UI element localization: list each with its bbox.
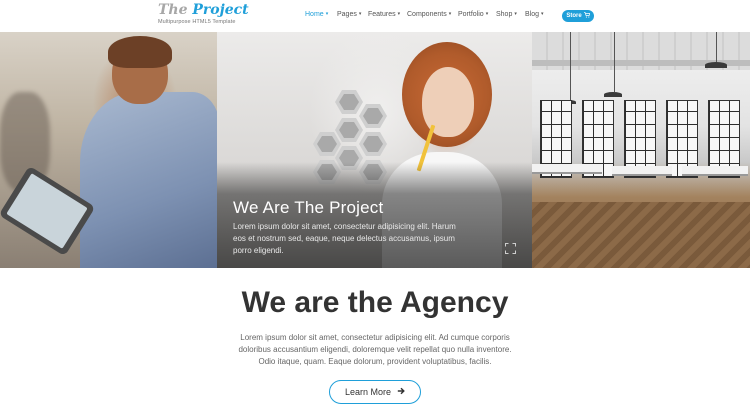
nav-item-label: Shop [496, 11, 513, 18]
nav-item-features[interactable]: Features ▾ [368, 11, 407, 18]
lamp-wire [716, 32, 717, 62]
lamp-wire [570, 32, 571, 100]
lamp-wire [614, 32, 615, 92]
nav-item-label: Home [305, 11, 324, 18]
intro-text: Lorem ipsum dolor sit amet, consectetur … [238, 333, 512, 366]
arrow-right-icon [397, 387, 405, 397]
chevron-down-icon: ▾ [514, 11, 517, 17]
office-desk [532, 164, 602, 174]
store-button[interactable]: Store [562, 10, 594, 22]
page-title: We are the Agency [241, 286, 509, 319]
learn-more-label: Learn More [344, 387, 392, 397]
nav-item-shop[interactable]: Shop ▾ [496, 11, 525, 18]
caption-text: Lorem ipsum dolor sit amet, consectetur … [233, 222, 456, 255]
hexagon-shelf [359, 104, 387, 128]
site-header: The Project Multipurpose HTML5 Template … [0, 0, 750, 32]
chevron-down-icon: ▾ [358, 11, 362, 17]
hero-image-man-tablet[interactable] [0, 32, 217, 268]
chevron-down-icon: ▾ [541, 11, 544, 17]
caption-title: We Are The Project [233, 198, 384, 217]
man-shirt [80, 92, 217, 268]
chevron-down-icon: ▾ [325, 11, 329, 17]
hero-image-woman[interactable]: We Are The Project Lorem ipsum dolor sit… [217, 32, 532, 268]
logo-title: The Project [158, 3, 249, 18]
store-button-label: Store [566, 13, 582, 19]
hexagon-shelf [359, 132, 387, 156]
nav-item-portfolio[interactable]: Portfolio ▾ [458, 11, 496, 18]
office-floor [532, 202, 750, 268]
nav-item-home[interactable]: Home ▾ [305, 11, 337, 18]
hexagon-shelf [335, 118, 363, 142]
nav-item-pages[interactable]: Pages ▾ [337, 11, 368, 18]
hero-image-office[interactable] [532, 32, 750, 268]
nav-item-components[interactable]: Components ▾ [407, 11, 458, 18]
nav-item-label: Components [407, 11, 447, 18]
office-windows [532, 100, 750, 190]
cart-icon [583, 12, 590, 20]
logo-title-project: Project [192, 2, 249, 18]
chevron-down-icon: ▾ [448, 11, 452, 17]
chevron-down-icon: ▾ [485, 11, 489, 17]
office-desk [682, 166, 748, 176]
logo[interactable]: The Project Multipurpose HTML5 Template [158, 3, 249, 26]
hero-gallery: We Are The Project Lorem ipsum dolor sit… [0, 32, 750, 268]
nav-item-label: Portfolio [458, 11, 484, 18]
office-desk [612, 166, 672, 176]
nav-item-label: Pages [337, 11, 357, 18]
pendant-lamp [604, 92, 622, 97]
pendant-lamp [705, 62, 727, 68]
nav-item-blog[interactable]: Blog ▾ [525, 11, 551, 18]
chevron-down-icon: ▾ [397, 11, 401, 17]
logo-tagline: Multipurpose HTML5 Template [158, 19, 236, 25]
man-hair [108, 36, 172, 68]
hexagon-shelf [335, 90, 363, 114]
nav-item-label: Features [368, 11, 396, 18]
learn-more-button[interactable]: Learn More [329, 380, 421, 404]
logo-title-the: The [158, 2, 188, 18]
nav-item-label: Blog [525, 11, 540, 18]
hexagon-shelf [313, 132, 341, 156]
main-nav: Home ▾ Pages ▾ Features ▾ Components ▾ Portf… [305, 11, 551, 18]
expand-icon[interactable] [505, 241, 516, 254]
